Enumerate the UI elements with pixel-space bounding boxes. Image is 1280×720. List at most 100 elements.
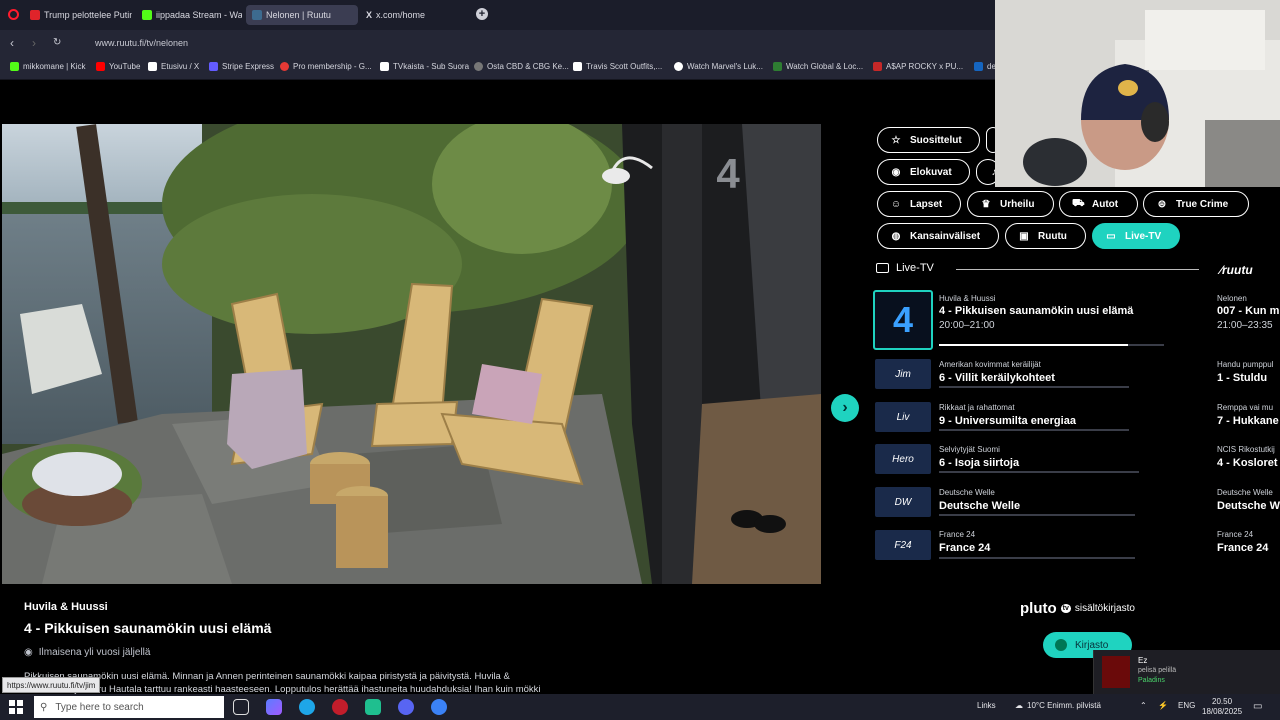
chip-true-crime[interactable]: ⊜ True Crime: [1143, 191, 1249, 217]
pluto-label: sisältökirjasto: [1074, 603, 1135, 614]
tab-label: iippadaa Stream - Watch: [156, 10, 242, 20]
chip-suosittelut[interactable]: ☆ Suosittelut: [877, 127, 980, 153]
forward-icon[interactable]: ›: [32, 36, 36, 50]
bookmark-item[interactable]: Watch Marvel's Luk...: [674, 62, 763, 71]
program-title[interactable]: 6 - Villit keräilykohteet: [939, 372, 1055, 384]
bookmark-item[interactable]: de: [974, 62, 996, 71]
reload-icon[interactable]: ↻: [53, 37, 61, 48]
info-title: 4 - Pikkuisen saunamökin uusi elämä: [24, 620, 272, 636]
program-title[interactable]: 9 - Universumilta energiaa: [939, 415, 1076, 427]
chip-ruutu[interactable]: ▣ Ruutu: [1005, 223, 1086, 249]
bookmark-label: A$AP ROCKY x PU...: [886, 62, 964, 71]
info-channel: Huvila & Huussi: [24, 601, 108, 613]
chip-autot[interactable]: ⛟ Autot: [1059, 191, 1138, 217]
search-icon: ⚲: [40, 701, 48, 713]
program-progress: [939, 471, 1139, 473]
bookmark-item[interactable]: Travis Scott Outfits,...: [573, 62, 662, 71]
stripe-icon: [209, 62, 218, 71]
back-icon[interactable]: ‹: [10, 36, 14, 50]
bookmark-item[interactable]: Osta CBD & CBG Ke...: [474, 62, 569, 71]
links-toolbar[interactable]: Links: [977, 701, 996, 710]
program-title[interactable]: 6 - Isoja siirtoja: [939, 457, 1019, 469]
notification-toast[interactable]: Ez pelisä pelillä Paladins: [1093, 650, 1280, 694]
tv-icon: ▭: [1106, 230, 1116, 242]
car-icon: ⛟: [1072, 197, 1085, 209]
next-program-title[interactable]: 7 - Hukkane: [1217, 415, 1279, 427]
ruutu-icon: ▣: [1019, 230, 1029, 242]
language-indicator[interactable]: ENG: [1178, 701, 1195, 710]
bookmark-label: Travis Scott Outfits,...: [586, 62, 663, 71]
channel-logo-france24[interactable]: F24: [875, 530, 931, 560]
task-view-icon[interactable]: [233, 699, 249, 715]
bookmark-item[interactable]: Pro membership - G...: [280, 62, 372, 71]
opera-icon[interactable]: [332, 699, 348, 715]
opera-logo-icon[interactable]: [8, 9, 19, 20]
chevron-up-icon[interactable]: ⌃: [1140, 701, 1147, 710]
next-program-title[interactable]: 007 - Kun m: [1217, 305, 1279, 317]
channel-logo-hero[interactable]: Hero: [875, 444, 931, 474]
edge-icon[interactable]: [299, 699, 315, 715]
clock[interactable]: 20.50 18/08/2025: [1202, 697, 1242, 717]
site-icon: [974, 62, 983, 71]
taskbar-search[interactable]: ⚲ Type here to search: [34, 696, 224, 718]
channel-logo-nelonen[interactable]: 4: [873, 290, 933, 350]
discord-icon[interactable]: [398, 699, 414, 715]
bookmark-item[interactable]: YouTube: [96, 62, 140, 71]
pluto-tv-logo: pluto tv sisältökirjasto: [1020, 600, 1135, 617]
tab-x[interactable]: Xx.com/home: [360, 5, 470, 25]
kirjasto-label: Kirjasto: [1075, 639, 1109, 651]
eye-icon: ◉: [24, 647, 33, 658]
video-player[interactable]: 4: [2, 124, 821, 584]
program-title[interactable]: Deutsche Welle: [939, 500, 1020, 512]
tab-trump[interactable]: Trump pelottelee Putinia: [24, 5, 132, 25]
channel-logo-dw[interactable]: DW: [875, 487, 931, 517]
bookmark-label: Stripe Express: [222, 62, 275, 71]
chip-elokuvat[interactable]: ◉ Elokuvat: [877, 159, 970, 185]
bookmark-item[interactable]: Stripe Express: [209, 62, 274, 71]
tab-label: x.com/home: [376, 10, 426, 20]
blanket: [227, 369, 307, 469]
chip-kansainvaliset[interactable]: ◍ Kansainväliset: [877, 223, 999, 249]
next-program-series: Nelonen: [1217, 294, 1247, 303]
program-progress: [939, 344, 1164, 346]
next-arrow-button[interactable]: ›: [831, 394, 859, 422]
cloud-icon: ☁: [1015, 701, 1023, 710]
bookmark-item[interactable]: A$AP ROCKY x PU...: [873, 62, 963, 71]
program-title[interactable]: 4 - Pikkuisen saunamökin uusi elämä: [939, 305, 1133, 317]
bookmark-item[interactable]: Watch Global & Loc...: [773, 62, 863, 71]
next-program-series: Remppa vai mu: [1217, 403, 1274, 412]
channel-logo-jim[interactable]: Jim: [875, 359, 931, 389]
program-title[interactable]: France 24: [939, 542, 990, 554]
bookmark-item[interactable]: TVkaista - Sub Suora: [380, 62, 469, 71]
notification-icon[interactable]: ▭: [1253, 701, 1262, 712]
app-icon[interactable]: [431, 699, 447, 715]
weather[interactable]: ☁ 10°C Enimm. pilvistä: [1015, 701, 1101, 710]
url-field[interactable]: www.ruutu.fi/tv/nelonen: [88, 34, 988, 52]
windows-start-icon[interactable]: [9, 700, 23, 714]
bookmark-item[interactable]: mikkomane | Kick: [10, 62, 86, 71]
app-icon[interactable]: [365, 699, 381, 715]
clock-time: 20.50: [1212, 697, 1233, 706]
new-tab-button[interactable]: +: [476, 8, 488, 20]
live-tv-title: Live-TV: [896, 262, 934, 274]
channel-logo-liv[interactable]: Liv: [875, 402, 931, 432]
next-program-title[interactable]: France 24: [1217, 542, 1268, 554]
site-icon: [573, 62, 582, 71]
app-icon[interactable]: [266, 699, 282, 715]
cap-logo: [1118, 80, 1138, 96]
channel-watermark: 4: [716, 150, 740, 197]
chip-lapset[interactable]: ☺ Lapset: [877, 191, 961, 217]
tab-kick[interactable]: iippadaa Stream - Watch: [136, 5, 242, 25]
chip-live-tv[interactable]: ▭ Live-TV: [1092, 223, 1180, 249]
bookmark-label: Watch Global & Loc...: [786, 62, 864, 71]
next-program-title[interactable]: 4 - Kosloret: [1217, 457, 1278, 469]
program-series: Rikkaat ja rahattomat: [939, 403, 1015, 412]
chip-urheilu[interactable]: ♛ Urheilu: [967, 191, 1054, 217]
tab-nelonen[interactable]: Nelonen | Ruutu: [246, 5, 358, 25]
next-program-title[interactable]: 1 - Stuldu: [1217, 372, 1267, 384]
bookmark-item[interactable]: Etusivu / X: [148, 62, 199, 71]
next-program-title[interactable]: Deutsche We: [1217, 500, 1280, 512]
chip-label: Live-TV: [1125, 230, 1162, 242]
network-icon[interactable]: ⚡: [1158, 701, 1168, 710]
ruutu-logo: ⁄ruutu: [1220, 263, 1253, 277]
